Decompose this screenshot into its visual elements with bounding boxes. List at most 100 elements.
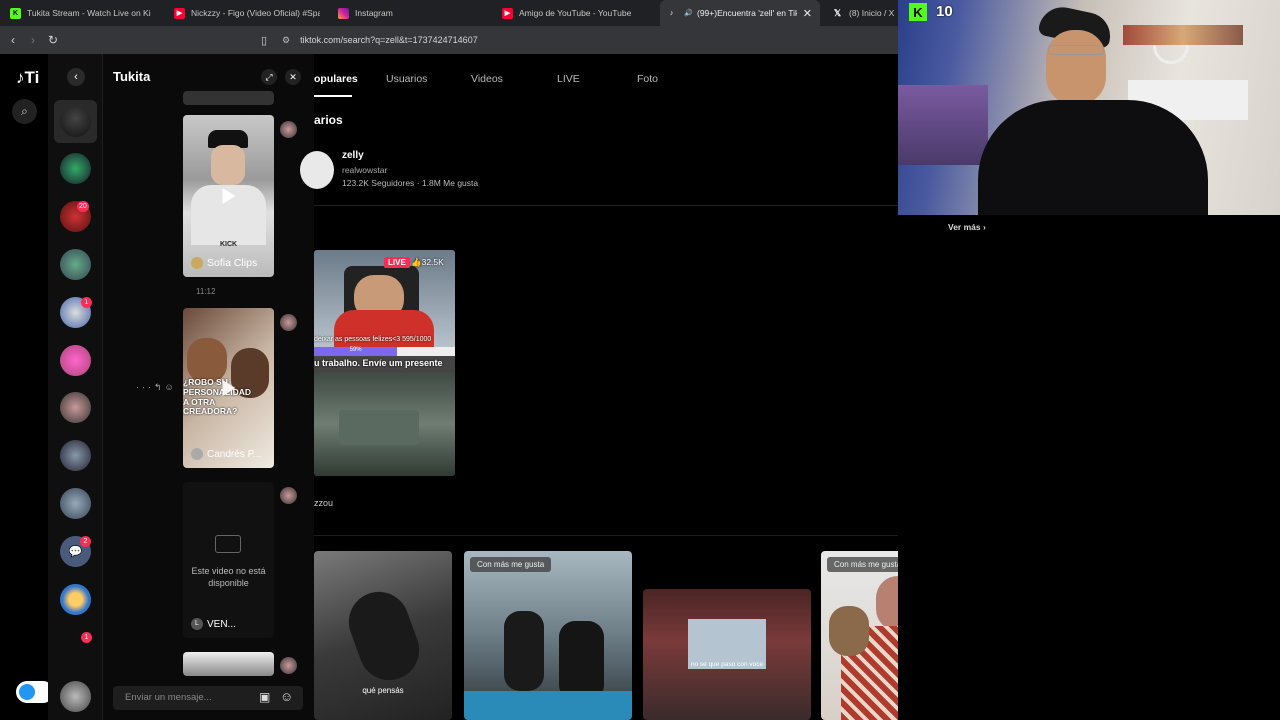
creator-avatar: [191, 448, 203, 460]
site-info-icon[interactable]: ⚙: [282, 35, 290, 46]
video-label: Candrés P...: [191, 448, 261, 460]
chat-title: Tukita: [113, 69, 151, 84]
tab-live[interactable]: LIVE: [557, 73, 580, 85]
tab-tiktok[interactable]: ♪ 🔊 (99+)Encuentra 'zell' en TikTo ✕: [660, 0, 820, 26]
avatar[interactable]: [60, 249, 91, 280]
reply-icon[interactable]: ↰: [154, 382, 165, 392]
tab-label: (99+)Encuentra 'zell' en TikTo: [697, 8, 797, 18]
video-thumbnail[interactable]: Con más me gusta: [464, 551, 632, 720]
avatar[interactable]: [60, 488, 91, 519]
video-caption: ¿ROBO SU PERSONALIDAD A OTRA CREADORA?: [183, 377, 252, 417]
tab-popular[interactable]: opulares: [314, 73, 358, 85]
user-name[interactable]: zelly: [342, 150, 364, 161]
tab-kick[interactable]: K Tukita Stream - Watch Live on Ki: [4, 0, 154, 26]
speaker-icon: 🔊: [684, 10, 693, 17]
sender-avatar: [280, 657, 297, 674]
x-icon: 𝕏: [833, 7, 842, 18]
sender-avatar: [280, 487, 297, 504]
tab-photo[interactable]: Foto: [637, 73, 658, 85]
video-thumbnail[interactable]: qué pensás: [314, 551, 452, 720]
video-caption: no se que paso con voce: [690, 661, 764, 668]
avatar[interactable]: [60, 681, 91, 712]
avatar[interactable]: [60, 440, 91, 471]
live-progress-bar: 59%: [314, 347, 455, 356]
forward-icon[interactable]: ›: [23, 26, 43, 54]
search-results: opulares Usuarios Videos LIVE Foto arios…: [300, 54, 989, 720]
avatar[interactable]: [60, 153, 91, 184]
message-actions[interactable]: ···↰☺: [136, 382, 177, 393]
user-stats: 123.2K Seguidores · 1.8M Me gusta: [342, 178, 479, 188]
browser-tab-bar: K Tukita Stream - Watch Live on Ki ▶ Nic…: [0, 0, 898, 26]
active-tab-indicator: [314, 95, 352, 97]
creator-avatar: [191, 257, 203, 269]
live-badge: LIVE: [384, 257, 410, 268]
viewer-count: 10: [936, 3, 953, 20]
back-icon[interactable]: ‹: [3, 26, 23, 54]
video-message[interactable]: KICK Sofia Clips: [183, 115, 274, 277]
image-upload-icon[interactable]: ▣: [259, 690, 270, 704]
avatar[interactable]: [60, 106, 91, 137]
kick-logo-icon: K: [909, 3, 927, 21]
video-message-partial[interactable]: [183, 91, 274, 105]
unread-badge: 2: [80, 536, 91, 547]
tab-label: Tukita Stream - Watch Live on Ki: [27, 8, 151, 18]
tiktok-icon: ♪: [669, 9, 674, 17]
url-text: tiktok.com/search?q=zell&t=1737424714607: [300, 35, 478, 45]
user-avatar[interactable]: [300, 151, 334, 189]
video-caption: KICK: [219, 241, 238, 248]
kick-icon: K: [10, 7, 21, 19]
video-caption: qué pensás: [362, 686, 404, 695]
avatar[interactable]: [60, 345, 91, 376]
section-title: arios: [314, 113, 343, 127]
live-card[interactable]: LIVE 👍32.5K deixar as pessoas felizes<3 …: [314, 250, 455, 476]
youtube-icon: ▶: [502, 7, 513, 19]
unavailable-text: Este video no está disponible: [191, 566, 266, 588]
address-bar[interactable]: ⚙ tiktok.com/search?q=zell&t=17374247146…: [282, 32, 478, 48]
bookmark-icon[interactable]: ▯: [254, 26, 274, 54]
video-camera-icon: [215, 535, 241, 553]
close-tab-icon[interactable]: ✕: [803, 7, 812, 20]
browser-nav-bar: ‹ › ↻ ▯ ⚙ tiktok.com/search?q=zell&t=173…: [0, 26, 898, 54]
reload-icon[interactable]: ↻: [43, 26, 63, 54]
tab-youtube-amigo[interactable]: ▶ Amigo de YouTube - YouTube: [496, 0, 646, 26]
tab-label: (8) Inicio / X: [849, 8, 895, 18]
live-caption: zzou: [314, 498, 334, 508]
message-input[interactable]: Enviar un mensaje... ▣ ☺: [113, 686, 303, 710]
tiktok-logo[interactable]: ♪Ti: [16, 68, 39, 88]
video-label: L VEN...: [191, 618, 236, 630]
right-panel: Ver más ›: [898, 215, 1280, 720]
chat-panel: ‹ Tukita ⤢ ✕ KICK Sofia Clips 11:12 ¿ROB…: [67, 54, 314, 720]
tab-instagram[interactable]: Instagram: [332, 0, 482, 26]
collapse-icon[interactable]: ‹: [67, 68, 85, 86]
tab-youtube-figo[interactable]: ▶ Nickzzy - Figo (Video Oficial) #Spanis: [168, 0, 320, 26]
tab-label: Amigo de YouTube - YouTube: [519, 8, 632, 18]
webcam-overlay: K 10: [898, 0, 1280, 215]
message-timestamp: 11:12: [196, 287, 216, 296]
play-icon: [222, 188, 235, 204]
video-message-unavailable[interactable]: Este video no está disponible L VEN...: [183, 482, 274, 638]
expand-icon[interactable]: ⤢: [261, 69, 277, 85]
tab-users[interactable]: Usuarios: [386, 73, 427, 85]
tab-videos[interactable]: Videos: [471, 73, 503, 85]
emoji-icon[interactable]: ☺: [280, 689, 293, 704]
tab-x[interactable]: 𝕏 (8) Inicio / X: [826, 0, 898, 26]
youtube-icon: ▶: [174, 7, 185, 19]
tiktok-sidebar: ♪Ti ⌕: [0, 54, 54, 720]
unread-badge: 1: [81, 632, 92, 643]
avatar[interactable]: [60, 584, 91, 615]
avatar[interactable]: [60, 392, 91, 423]
video-message-partial[interactable]: [183, 652, 274, 676]
unread-badge: 1: [81, 297, 92, 308]
more-icon[interactable]: ···: [136, 382, 154, 392]
video-thumbnail[interactable]: no se que paso con voce: [643, 589, 811, 720]
see-more-link[interactable]: Ver más ›: [948, 222, 986, 232]
emoji-react-icon[interactable]: ☺: [165, 382, 177, 392]
search-icon[interactable]: ⌕: [12, 99, 37, 124]
most-liked-chip: Con más me gusta: [470, 557, 552, 572]
divider: [314, 535, 984, 536]
live-overlay-text: u trabalho. Envíe um presente: [314, 358, 443, 368]
video-message[interactable]: ¿ROBO SU PERSONALIDAD A OTRA CREADORA? C…: [183, 308, 274, 468]
instagram-icon: [338, 7, 349, 19]
close-icon[interactable]: ✕: [285, 69, 301, 85]
most-liked-chip: Con más me gusta: [827, 557, 909, 572]
